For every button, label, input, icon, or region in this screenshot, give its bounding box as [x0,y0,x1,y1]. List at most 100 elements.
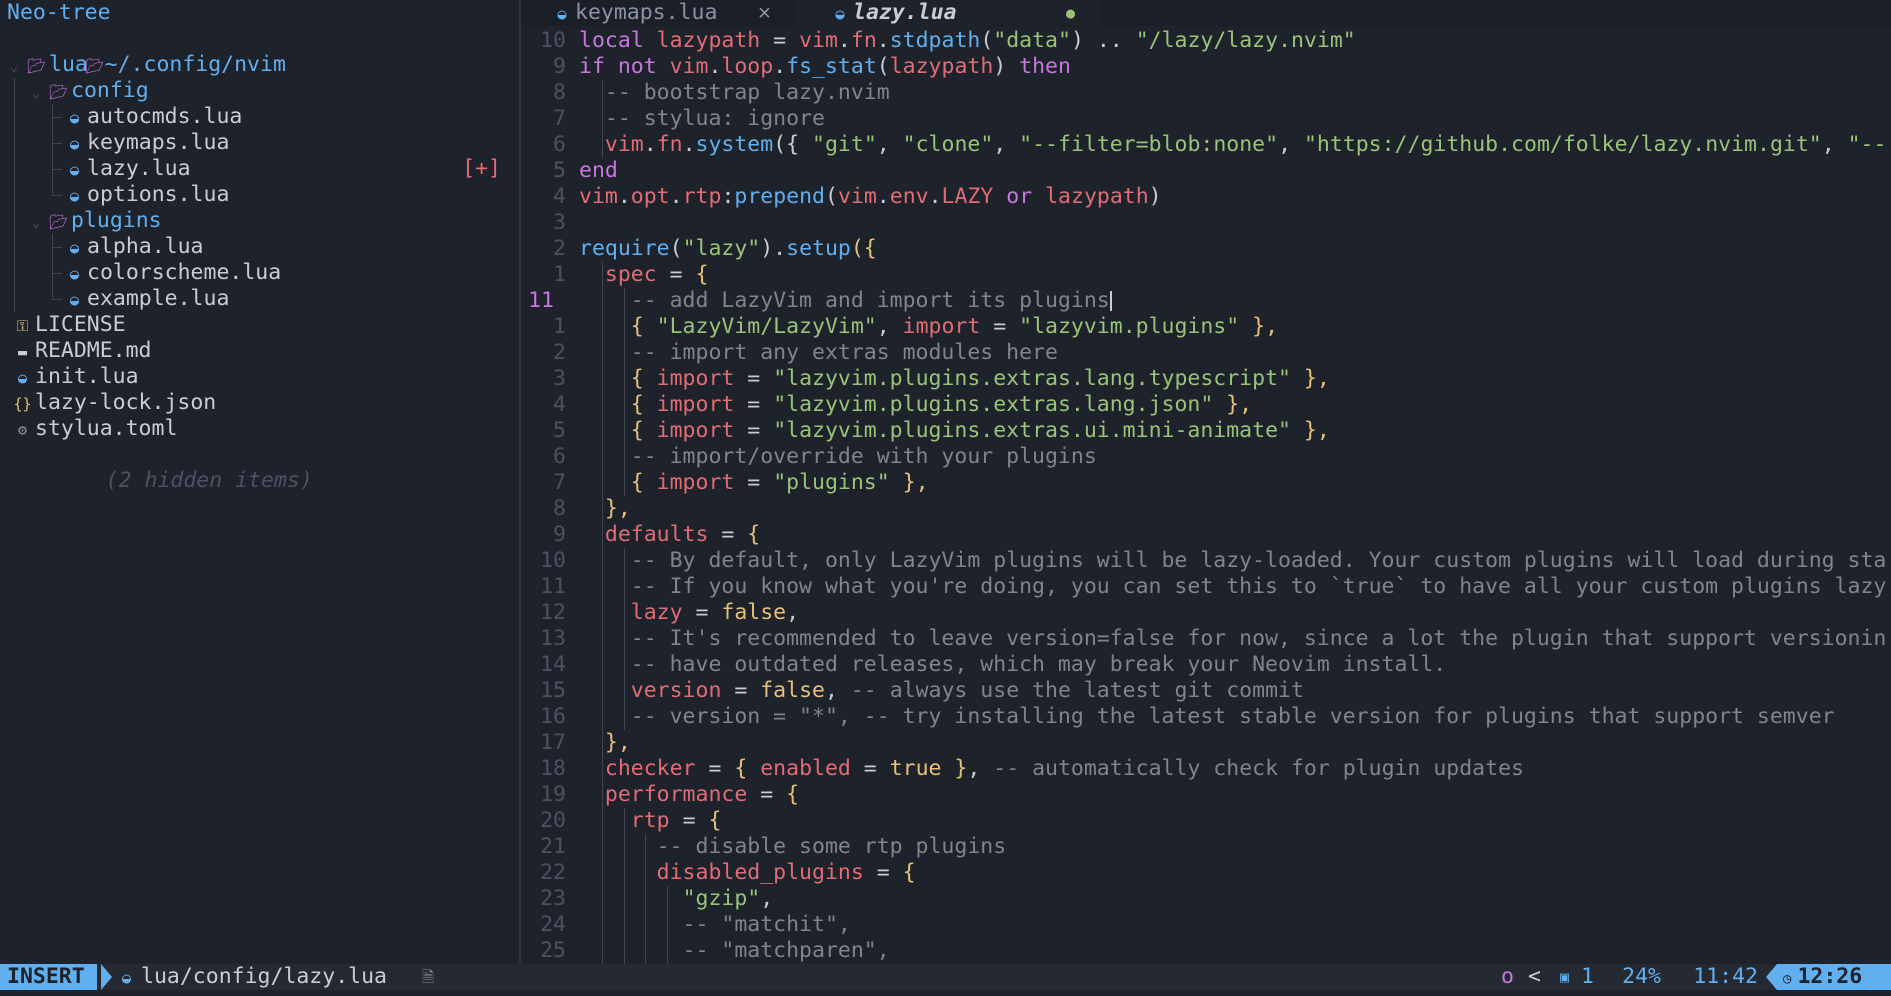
code-token: -- import any extras modules here [579,340,1058,365]
editor-buffer[interactable]: 10 local lazypath = vim.fn.stdpath("data"… [521,28,1891,964]
lua-icon: ◒ [69,187,80,205]
code-token: ( [876,54,890,79]
code-token: ) [1148,184,1162,209]
tree-item-label: lazy.lua [87,156,191,181]
tree-item-plugins[interactable]: ⌄ 📂︎ plugins [0,208,519,234]
tab-lazy-lua[interactable]: ◒ lazy.lua ● [799,0,1101,26]
close-icon[interactable]: ✕ [758,0,771,26]
code-line[interactable]: 16 -- version = "*", -- try installing t… [521,704,1891,730]
tree-item-example-lua[interactable]: ◒ example.lua [0,286,519,312]
code-token: = [863,860,903,885]
code-line[interactable]: 18 checker = { enabled = true }, -- auto… [521,756,1891,782]
indent-guide [666,912,668,938]
code-line[interactable]: 3 [521,210,1891,236]
code-token: . [617,184,631,209]
tree-item-stylua-toml[interactable]: ⚙ stylua.toml [0,416,519,442]
code-text: lazy = false, [579,600,799,625]
tab-keymaps-lua[interactable]: ◒ keymaps.lua ✕ [521,0,797,26]
code-line[interactable]: 4 vim.opt.rtp:prepend(vim.env.LAZY or laz… [521,184,1891,210]
code-text: spec = { [579,262,709,287]
line-number: 7 [553,470,566,495]
code-line[interactable]: 13 -- It's recommended to leave version=… [521,626,1891,652]
indent-guide [602,132,603,158]
line-number: 24 [540,912,566,937]
indent-guide [602,626,603,652]
code-token: import [902,314,981,339]
indent-guide [602,548,603,574]
code-line[interactable]: 14 -- have outdated releases, which may … [521,652,1891,678]
tree-item-lua[interactable]: ⌄ 📂︎ lua [0,52,519,78]
code-line[interactable]: 10 -- By default, only LazyVim plugins w… [521,548,1891,574]
hidden-items-label: (2 hidden items) [105,468,313,493]
line-number: 15 [540,678,566,703]
code-token: "git" [812,132,877,157]
tree-item-config[interactable]: ⌄ 📂︎ config [0,78,519,104]
code-line[interactable]: 24 -- "matchit", [521,912,1891,938]
code-line[interactable]: 4 { import = "lazyvim.plugins.extras.lan… [521,392,1891,418]
code-line[interactable]: 1 spec = { [521,262,1891,288]
tree-item-colorscheme-lua[interactable]: ◒ colorscheme.lua [0,260,519,286]
tree-root[interactable]: 📂︎~/.config/nvim [0,26,519,77]
code-line[interactable]: 10 local lazypath = vim.fn.stdpath("data"… [521,28,1891,54]
tree-item-license[interactable]: ⚿ LICENSE [0,312,519,338]
code-line[interactable]: 1 { "LazyVim/LazyVim", import = "lazyvim… [521,314,1891,340]
code-line[interactable]: 8 }, [521,496,1891,522]
code-line[interactable]: 19 performance = { [521,782,1891,808]
tree-item-keymaps-lua[interactable]: ◒ keymaps.lua [0,130,519,156]
code-token: ( [669,236,683,261]
code-line[interactable]: 11 -- If you know what you're doing, you… [521,574,1891,600]
code-token: = [708,522,748,547]
code-line[interactable]: 7 -- stylua: ignore [521,106,1891,132]
line-number: 6 [553,444,566,469]
code-text: -- If you know what you're doing, you ca… [579,574,1887,599]
code-line[interactable]: 22 disabled_plugins = { [521,860,1891,886]
indent-guide [623,340,625,366]
tree-item-lazy-lua[interactable]: ◒ lazy.lua [+] [0,156,519,182]
code-line[interactable]: 9 defaults = { [521,522,1891,548]
tree-item-lazy-lock-json[interactable]: {} lazy-lock.json [0,390,519,416]
code-line[interactable]: 25 -- "matchparen", [521,938,1891,964]
tree-item-autocmds-lua[interactable]: ◒ autocmds.lua [0,104,519,130]
code-line[interactable]: 6 vim.fn.system({ "git", "clone", "--fil… [521,132,1891,158]
license-icon: ⚿ [16,317,29,335]
indent-guide [14,156,15,182]
code-line[interactable]: 6 -- import/override with your plugins [521,444,1891,470]
code-line[interactable]: 2 -- import any extras modules here [521,340,1891,366]
line-number: 18 [540,756,566,781]
code-line[interactable]: 12 lazy = false, [521,600,1891,626]
code-line[interactable]: 23 "gzip", [521,886,1891,912]
code-line[interactable]: 11 -- add LazyVim and import its plugins [521,288,1891,314]
code-token: . [682,132,696,157]
indent-guide-elbow [52,299,62,300]
tree-item-readme-md[interactable]: ▬ README.md [0,338,519,364]
code-line[interactable]: 5 end [521,158,1891,184]
code-line[interactable]: 8 -- bootstrap lazy.nvim [521,80,1891,106]
code-token: "--filter=blob:none" [1019,132,1279,157]
indent-guide [623,418,625,444]
code-line[interactable]: 15 version = false, -- always use the la… [521,678,1891,704]
line-number: 17 [540,730,566,755]
code-line[interactable]: 21 -- disable some rtp plugins [521,834,1891,860]
tree-item-options-lua[interactable]: ◒ options.lua [0,182,519,208]
line-number: 9 [553,522,566,547]
code-line[interactable]: 5 { import = "lazyvim.plugins.extras.ui.… [521,418,1891,444]
code-line[interactable]: 7 { import = "plugins" }, [521,470,1891,496]
tree-item-label: README.md [35,338,152,363]
indent-guide [645,938,647,964]
code-token: = [682,600,722,625]
indent-guide [623,392,625,418]
command-line[interactable] [0,990,1891,996]
code-line[interactable]: 9 if not vim.loop.fs_stat(lazypath) then [521,54,1891,80]
code-token: rtp [630,808,670,833]
code-token: defaults [604,522,709,547]
code-line[interactable]: 3 { import = "lazyvim.plugins.extras.lan… [521,366,1891,392]
neo-tree-title: Neo-tree [7,0,111,25]
tree-item-label: init.lua [35,364,139,389]
code-line[interactable]: 20 rtp = { [521,808,1891,834]
code-line[interactable]: 17 }, [521,730,1891,756]
tree-item-alpha-lua[interactable]: ◒ alpha.lua [0,234,519,260]
code-line[interactable]: 2 require("lazy").setup({ [521,236,1891,262]
code-text: if not vim.loop.fs_stat(lazypath) then [579,54,1071,79]
tree-item-init-lua[interactable]: ◒ init.lua [0,364,519,390]
code-token: }, [579,496,631,521]
